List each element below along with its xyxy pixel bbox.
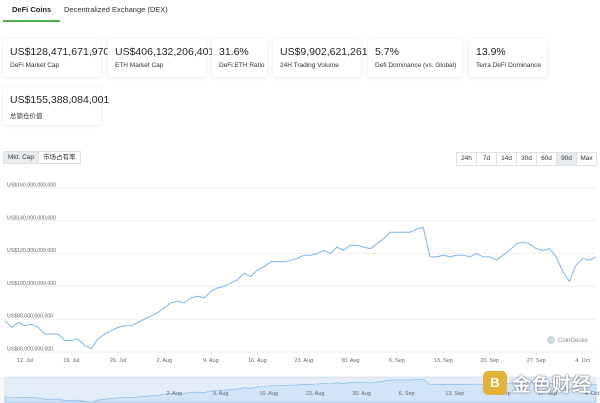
range-max[interactable]: Max xyxy=(576,152,597,166)
coingecko-icon xyxy=(547,336,555,344)
x-tick-label: 20. Sep xyxy=(480,358,499,364)
stat-card-eth-market-cap: US$406,132,206,401 ETH Market Cap xyxy=(108,39,215,77)
stat-label: Terra DeFi Dominance xyxy=(476,62,542,69)
stat-label: Defi Dominance (vs. Global) xyxy=(375,62,457,69)
stat-card-total-value-locked: US$155,388,084,001 总锁仓价值 xyxy=(3,87,110,125)
stat-value: 31.6% xyxy=(219,46,249,58)
y-tick-label: US$80,000,000,000 xyxy=(7,314,53,320)
y-tick-label: US$140,000,000,000 xyxy=(7,215,56,221)
tab-defi-coins[interactable]: DeFi Coins xyxy=(3,5,61,22)
x-tick-label: 30. Aug xyxy=(341,358,360,364)
stat-value: 5.7% xyxy=(375,46,399,58)
x-tick-label: 4. Oct xyxy=(575,358,590,364)
navigator-tick-label: 13. Sep xyxy=(445,391,464,397)
x-tick-label: 6. Sep xyxy=(389,358,405,364)
jinse-logo-icon: B xyxy=(483,371,507,395)
coingecko-credit: CoinGecko xyxy=(547,336,588,344)
stat-label: DeFi:ETH Ratio xyxy=(219,62,265,69)
x-tick-label: 16. Aug xyxy=(248,358,267,364)
toggle-market-share[interactable]: 市场占有率 xyxy=(38,151,81,164)
range-90d[interactable]: 90d xyxy=(556,152,577,166)
coin-tabs: DeFi Coins Decentralized Exchange (DEX) xyxy=(0,0,600,22)
range-24h[interactable]: 24h xyxy=(456,152,477,166)
y-tick-label: US$60,000,000,000 xyxy=(7,347,53,353)
watermark-text: 金色财经 xyxy=(512,374,593,396)
navigator-tick-label: 23. Aug xyxy=(306,391,325,397)
x-tick-label: 23. Aug xyxy=(294,358,313,364)
stat-card-defi-dominance: 5.7% Defi Dominance (vs. Global) xyxy=(368,39,462,77)
series-line-market-cap xyxy=(4,226,597,350)
coingecko-credit-text: CoinGecko xyxy=(558,338,588,344)
navigator-tick-label: 9. Aug xyxy=(213,391,229,397)
range-30d[interactable]: 30d xyxy=(516,152,537,166)
jinse-watermark: B 金色财经 xyxy=(483,369,592,397)
x-tick-label: 2. Aug xyxy=(157,358,173,364)
stat-label: 总锁仓价值 xyxy=(10,113,43,120)
x-tick-label: 12. Jul xyxy=(17,358,33,364)
y-tick-label: US$100,000,000,000 xyxy=(7,281,56,287)
x-tick-label: 19. Jul xyxy=(63,358,79,364)
range-7d[interactable]: 7d xyxy=(476,152,497,166)
y-tick-label: US$120,000,000,000 xyxy=(7,248,56,254)
stat-card-defi-eth-ratio: 31.6% DeFi:ETH Ratio xyxy=(212,39,267,77)
stat-value: 13.9% xyxy=(476,46,506,58)
stat-label: ETH Market Cap xyxy=(115,62,164,69)
x-tick-label: 26. Jul xyxy=(110,358,126,364)
defi-market-cap-chart[interactable]: US$60,000,000,000 US$80,000,000,000 US$100… xyxy=(0,180,600,372)
navigator-tick-label: 6. Sep xyxy=(399,391,415,397)
range-selector: 24h 7d 14d 30d 60d 90d Max xyxy=(456,152,597,166)
navigator-tick-label: 16. Aug xyxy=(259,391,278,397)
x-tick-label: 9. Aug xyxy=(203,358,219,364)
range-14d[interactable]: 14d xyxy=(496,152,517,166)
toggle-mkt-cap[interactable]: Mkt. Cap xyxy=(3,151,40,164)
stat-label: DeFi Market Cap xyxy=(10,62,60,69)
stat-card-defi-market-cap: US$128,471,671,970 DeFi Market Cap xyxy=(3,39,110,77)
stat-value: US$9,902,621,261 xyxy=(280,46,368,58)
stat-label: 24H Trading Volume xyxy=(280,62,339,69)
range-60d[interactable]: 60d xyxy=(536,152,557,166)
tab-dex[interactable]: Decentralized Exchange (DEX) xyxy=(55,5,177,22)
y-tick-label: US$160,000,000,000 xyxy=(7,183,56,189)
x-tick-label: 13. Sep xyxy=(434,358,453,364)
stat-value: US$155,388,084,001 xyxy=(10,94,110,106)
stat-card-terra-dominance: 13.9% Terra DeFi Dominance xyxy=(469,39,547,77)
x-tick-label: 27. Sep xyxy=(527,358,546,364)
stat-card-24h-volume: US$9,902,621,261 24H Trading Volume xyxy=(273,39,368,77)
stat-value: US$406,132,206,401 xyxy=(115,46,215,58)
stat-value: US$128,471,671,970 xyxy=(10,46,110,58)
navigator-tick-label: 30. Aug xyxy=(352,391,371,397)
navigator-tick-label: 2. Aug xyxy=(166,391,182,397)
